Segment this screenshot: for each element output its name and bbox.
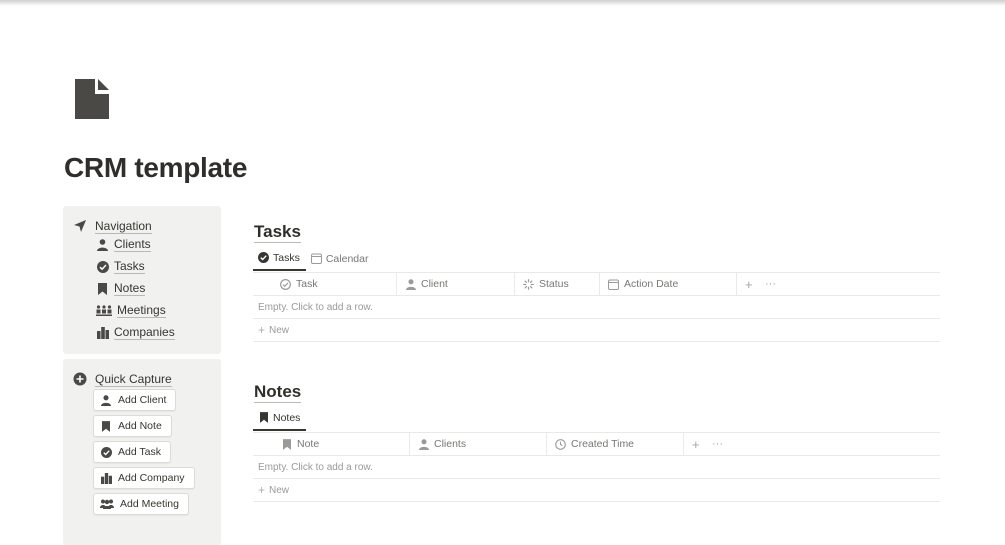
column-label: Clients (434, 438, 467, 450)
column-header-note[interactable]: Note (253, 433, 410, 455)
button-label: Add Company (118, 472, 185, 484)
nav-item-clients[interactable]: Clients (96, 237, 151, 252)
nav-item-label: Notes (114, 281, 146, 296)
plus-icon: + (258, 323, 266, 337)
more-options-button[interactable]: ··· (706, 433, 730, 455)
column-header-status[interactable]: Status (515, 273, 600, 295)
tab-label: Calendar (325, 252, 369, 265)
add-company-button[interactable]: Add Company (93, 467, 195, 489)
column-header-created-time[interactable]: Created Time (547, 433, 684, 455)
check-circle-icon (258, 252, 269, 263)
bookmark-icon (96, 282, 109, 295)
add-meeting-button[interactable]: Add Meeting (93, 493, 189, 515)
column-header-task[interactable]: Task (253, 273, 397, 295)
person-icon (96, 238, 109, 251)
new-row-label: New (269, 324, 290, 336)
page-doc-icon[interactable] (74, 78, 110, 120)
column-label: Client (421, 278, 448, 290)
people-group-icon (96, 304, 112, 317)
column-label: Note (297, 438, 320, 450)
quick-capture-header: Quick Capture (72, 371, 172, 387)
plus-circle-icon (72, 371, 88, 387)
column-label: Action Date (624, 278, 679, 290)
nav-item-companies[interactable]: Companies (96, 325, 175, 340)
person-icon (405, 278, 416, 290)
nav-item-meetings[interactable]: Meetings (96, 303, 166, 318)
quick-capture-link[interactable]: Quick Capture (95, 372, 172, 387)
tasks-table: Task Client Status Action Date + ··· Emp… (253, 272, 940, 342)
column-label: Status (539, 278, 569, 290)
bookmark-icon (281, 438, 292, 450)
nav-item-notes[interactable]: Notes (96, 281, 146, 296)
tab-label: Notes (273, 411, 301, 424)
check-circle-icon (96, 260, 109, 273)
person-icon (100, 394, 112, 406)
tab-calendar[interactable]: Calendar (306, 246, 375, 271)
notes-view-tabs: Notes (253, 406, 307, 432)
tab-tasks[interactable]: Tasks (253, 246, 306, 271)
button-label: Add Client (118, 394, 167, 406)
check-circle-icon (100, 446, 112, 458)
navigation-header: Navigation (72, 218, 152, 234)
add-column-button[interactable]: + (739, 273, 759, 295)
navigation-callout: Navigation Clients Tasks Notes Meetings … (63, 206, 221, 354)
button-label: Add Note (118, 420, 162, 432)
new-row-button[interactable]: + New (253, 479, 940, 502)
nav-item-label: Tasks (114, 259, 145, 274)
notes-table: Note Clients Created Time + ··· Empty. C… (253, 432, 940, 502)
empty-row-text: Empty. Click to add a row. (258, 461, 373, 473)
column-header-client[interactable]: Client (397, 273, 515, 295)
check-circle-icon (280, 278, 291, 290)
empty-row-text: Empty. Click to add a row. (258, 301, 373, 313)
new-row-button[interactable]: + New (253, 319, 940, 342)
column-label: Task (296, 278, 318, 290)
tasks-table-header: Task Client Status Action Date + ··· (253, 272, 940, 296)
nav-item-tasks[interactable]: Tasks (96, 259, 145, 274)
column-label: Created Time (571, 438, 635, 450)
empty-table-row[interactable]: Empty. Click to add a row. (253, 456, 940, 479)
location-arrow-icon (72, 218, 88, 234)
nav-item-label: Meetings (117, 303, 166, 318)
page-title: CRM template (64, 152, 248, 183)
notes-db-title[interactable]: Notes (254, 382, 302, 403)
bookmark-icon (100, 420, 112, 432)
tab-label: Tasks (273, 251, 300, 264)
clock-icon (555, 438, 566, 450)
new-row-label: New (269, 484, 290, 496)
tasks-db-title[interactable]: Tasks (254, 222, 301, 243)
button-label: Add Task (118, 446, 161, 458)
window-top-edge (0, 0, 1005, 6)
add-column-button[interactable]: + (686, 433, 706, 455)
add-note-button[interactable]: Add Note (93, 415, 172, 437)
notes-table-header: Note Clients Created Time + ··· (253, 432, 940, 456)
calendar-icon (310, 253, 322, 264)
status-spinner-icon (523, 278, 534, 290)
quick-capture-callout: Quick Capture Add Client Add Note Add Ta… (63, 359, 221, 545)
people-group-icon (100, 498, 114, 510)
buildings-icon (100, 472, 112, 484)
more-options-button[interactable]: ··· (759, 273, 783, 295)
calendar-icon (608, 279, 619, 290)
add-task-button[interactable]: Add Task (93, 441, 171, 463)
empty-table-row[interactable]: Empty. Click to add a row. (253, 296, 940, 319)
plus-icon: + (258, 483, 266, 497)
bookmark-icon (258, 412, 269, 423)
column-header-clients[interactable]: Clients (410, 433, 547, 455)
tasks-view-tabs: Tasks Calendar (253, 246, 374, 272)
button-label: Add Meeting (120, 498, 179, 510)
nav-item-label: Clients (114, 237, 151, 252)
navigation-link[interactable]: Navigation (95, 219, 152, 234)
person-icon (418, 438, 429, 450)
column-header-action-date[interactable]: Action Date (600, 273, 737, 295)
buildings-icon (96, 326, 109, 339)
tab-notes[interactable]: Notes (253, 406, 307, 431)
add-client-button[interactable]: Add Client (93, 389, 177, 411)
nav-item-label: Companies (114, 325, 175, 340)
